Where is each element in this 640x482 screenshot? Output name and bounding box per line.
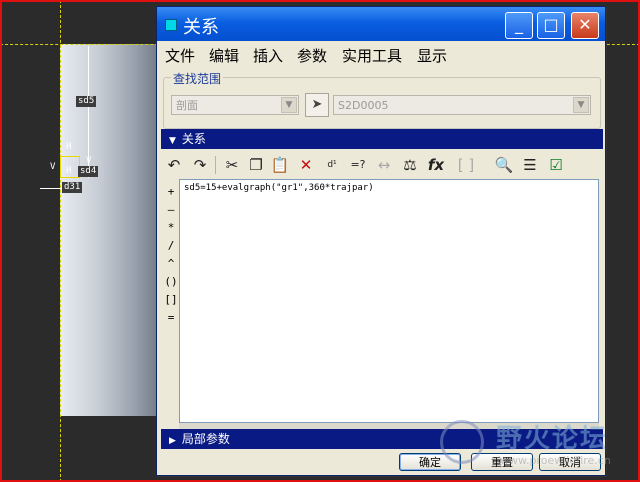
relation-line: sd5=15+evalgraph("gr1",360*trajpar): [184, 183, 374, 193]
watermark-logo-icon: [440, 420, 484, 464]
object-value: S2D0005: [338, 99, 389, 112]
minimize-button[interactable]: _: [505, 12, 533, 39]
dimension-d31[interactable]: d31: [62, 182, 83, 193]
expand-right-icon: ▶: [169, 436, 176, 446]
constraint-h-mid: H: [66, 166, 72, 176]
brackets-icon[interactable]: [ ]: [455, 154, 477, 176]
verify-icon[interactable]: 🔍: [493, 154, 515, 176]
local-params-section-label: 局部参数: [181, 432, 230, 446]
menu-display[interactable]: 显示: [417, 45, 447, 66]
constraint-v-left: V: [50, 162, 56, 172]
watermark-url: www.proewildfire.cn: [500, 454, 611, 467]
menu-utilities[interactable]: 实用工具: [342, 45, 402, 66]
relations-toolbar: ↶ ↷ ✂ ❐ 📋 ✕ d¹ =? ↔ ⚖ fx [ ] 🔍 ☰ ☑: [163, 151, 599, 179]
op-divide[interactable]: /: [163, 239, 179, 252]
sort-icon[interactable]: ☰: [519, 154, 541, 176]
dialog-title: 关系: [183, 17, 219, 38]
units-icon[interactable]: ⚖: [399, 154, 421, 176]
redo-icon[interactable]: ↷: [189, 154, 211, 176]
op-minus[interactable]: —: [163, 203, 179, 216]
dialog-titlebar[interactable]: 关系 _ □ ✕: [157, 7, 605, 41]
undo-icon[interactable]: ↶: [163, 154, 185, 176]
pointer-icon: ➤: [311, 97, 323, 112]
op-multiply[interactable]: *: [163, 221, 179, 234]
op-parentheses[interactable]: (): [163, 275, 179, 288]
relations-editor[interactable]: sd5=15+evalgraph("gr1",360*trajpar): [179, 179, 599, 423]
relations-section-label: 关系: [181, 132, 206, 146]
object-select[interactable]: S2D0005 ▼: [333, 95, 591, 115]
toolbar-separator: [215, 156, 216, 174]
chevron-down-icon: ▼: [281, 97, 297, 113]
op-power[interactable]: ^: [163, 257, 179, 270]
op-equals[interactable]: =: [163, 311, 179, 324]
sd-icon[interactable]: d¹: [321, 154, 343, 176]
menu-parameters[interactable]: 参数: [297, 45, 327, 66]
constraint-h-top: H: [66, 142, 72, 152]
cut-icon[interactable]: ✂: [221, 154, 243, 176]
op-plus[interactable]: +: [163, 185, 179, 198]
op-brackets[interactable]: []: [163, 293, 179, 306]
paste-icon[interactable]: 📋: [269, 154, 291, 176]
delete-icon[interactable]: ✕: [295, 154, 317, 176]
close-button[interactable]: ✕: [571, 12, 599, 39]
centerline-vertical: [60, 0, 61, 482]
measure-icon[interactable]: ↔: [373, 154, 395, 176]
menu-insert[interactable]: 插入: [253, 45, 283, 66]
select-pointer-button[interactable]: ➤: [305, 93, 329, 117]
scope-select[interactable]: 剖面 ▼: [171, 95, 299, 115]
menu-bar: 文件 编辑 插入 参数 实用工具 显示: [157, 43, 605, 65]
relations-section-header[interactable]: ▼ 关系: [161, 129, 603, 149]
copy-icon[interactable]: ❐: [245, 154, 267, 176]
app-icon: [165, 19, 177, 31]
expand-down-icon: ▼: [169, 136, 176, 146]
menu-edit[interactable]: 编辑: [209, 45, 239, 66]
check-icon[interactable]: ☑: [545, 154, 567, 176]
menu-file[interactable]: 文件: [165, 45, 195, 66]
part-surface: [60, 44, 160, 416]
function-icon[interactable]: fx: [425, 154, 447, 176]
forum-watermark: 野火论坛 www.proewildfire.cn: [430, 414, 640, 478]
search-scope-label: 查找范围: [171, 70, 224, 87]
dimension-sd4[interactable]: sd4: [78, 166, 99, 177]
scope-value: 剖面: [176, 99, 198, 112]
chevron-down-icon: ▼: [573, 97, 589, 113]
watermark-text: 野火论坛: [496, 424, 609, 454]
relations-dialog: 关系 _ □ ✕ 文件 编辑 插入 参数 实用工具 显示 查找范围 剖面 ▼ ➤…: [156, 6, 606, 476]
maximize-button[interactable]: □: [537, 12, 565, 39]
eval-icon[interactable]: =?: [347, 154, 369, 176]
constraint-v-mid: V: [86, 156, 92, 166]
dimension-sd5[interactable]: sd5: [76, 96, 97, 107]
